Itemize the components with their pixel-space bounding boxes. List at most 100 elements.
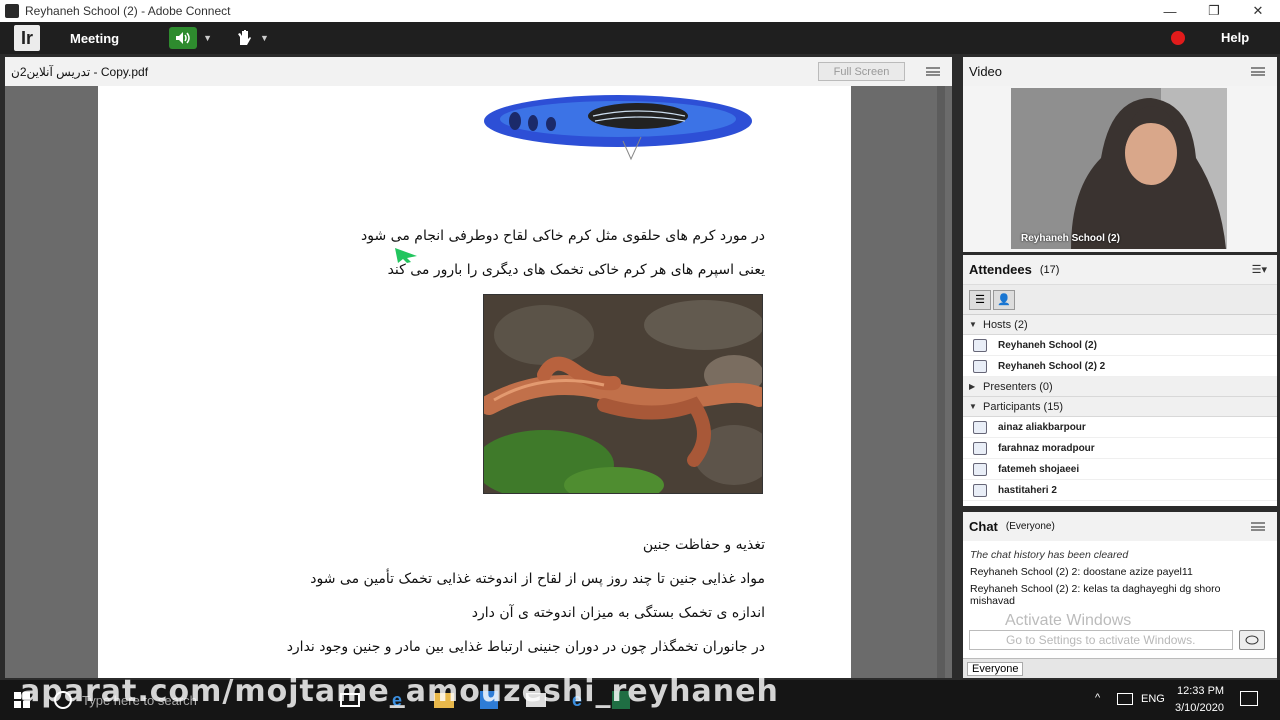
attendees-pod-header: Attendees (17) ☰▾ <box>963 255 1277 285</box>
windows-start-icon[interactable] <box>14 692 30 708</box>
help-menu[interactable]: Help <box>1221 30 1249 45</box>
participants-group[interactable]: ▼ Participants (15) <box>963 397 1277 417</box>
store-icon[interactable] <box>480 691 499 709</box>
attendee-name: Reyhaneh School (2) 2 <box>998 360 1106 372</box>
chat-pod-menu-icon[interactable] <box>1251 522 1265 531</box>
attendee-name: fatemeh shojaeei <box>998 463 1080 475</box>
content-line-2: یعنی اسپرم های هر کرم خاکی تخمک های دیگر… <box>387 262 765 278</box>
file-explorer-icon[interactable] <box>434 692 455 708</box>
close-button[interactable]: ✕ <box>1236 0 1280 22</box>
presenters-group[interactable]: ▶ Presenters (0) <box>963 377 1277 397</box>
internet-explorer-icon[interactable]: e <box>572 690 582 711</box>
minimize-button[interactable]: — <box>1148 0 1192 22</box>
attendees-list: ☰ 👤 ▼ Hosts (2) Reyhaneh School (2) Reyh… <box>963 284 1277 506</box>
chat-pod-header: Chat (Everyone) <box>963 512 1277 542</box>
windows-taskbar: Type here to search e e ^ ENG 12:33 PM 3… <box>0 680 1280 720</box>
recording-indicator-icon[interactable] <box>1171 31 1185 45</box>
restore-button[interactable]: ❐ <box>1192 0 1236 22</box>
network-icon[interactable] <box>1117 693 1133 705</box>
attendee-row[interactable]: Reyhaneh School (2) <box>963 335 1277 356</box>
participant-icon <box>973 441 987 455</box>
hosts-group[interactable]: ▼ Hosts (2) <box>963 315 1277 335</box>
content-line-3: مواد غذایی جنین تا چند روز پس از لقاح از… <box>310 571 765 587</box>
video-pod-header: Video <box>963 57 1277 87</box>
video-participant-label: Reyhaneh School (2) <box>1021 233 1120 244</box>
expand-arrow-icon: ▼ <box>969 402 977 411</box>
attendees-pod-title: Attendees <box>969 262 1032 277</box>
host-icon <box>973 359 987 373</box>
participant-icon <box>973 462 987 476</box>
attendee-row[interactable]: farahnaz moradpour <box>963 438 1277 459</box>
chat-footer: Everyone <box>963 658 1277 678</box>
hosts-group-label: Hosts (2) <box>983 318 1028 331</box>
chat-input[interactable]: Go to Settings to activate Windows. <box>969 630 1233 650</box>
share-pod-content: در مورد کرم های حلقوی مثل کرم خاکی لقاح … <box>5 86 952 678</box>
attendees-toolbar: ☰ 👤 <box>963 285 1277 315</box>
video-pod-title: Video <box>969 64 1003 79</box>
window-controls: — ❐ ✕ <box>1148 0 1280 22</box>
taskbar-search-input[interactable]: Type here to search <box>82 693 332 708</box>
chat-pod-title: Chat <box>969 519 998 534</box>
chat-recipient-selector[interactable]: Everyone <box>967 661 1024 676</box>
chat-cleared-notice: The chat history has been cleared <box>970 549 1129 561</box>
content-heading-nutrition: تغذیه و حفاظت جنین <box>642 537 765 553</box>
share-pod-header: تدریس آنلاین2ن - Copy.pdf Full Screen <box>5 57 952 87</box>
share-scrollbar[interactable] <box>937 86 945 678</box>
window-titlebar: Reyhaneh School (2) - Adobe Connect — ❐ … <box>0 0 1280 22</box>
meeting-menu[interactable]: Meeting <box>70 31 119 46</box>
presenters-group-label: Presenters (0) <box>983 380 1053 393</box>
video-pod-content: Reyhaneh School (2) <box>963 86 1277 252</box>
share-pod-menu-icon[interactable] <box>926 67 940 76</box>
show-hidden-icons[interactable]: ^ <box>1095 692 1100 704</box>
attendees-count: (17) <box>1039 263 1060 276</box>
attendee-name: farahnaz moradpour <box>998 442 1095 454</box>
activate-windows-watermark: Activate Windows <box>1005 612 1132 629</box>
adobe-connect-taskbar-icon[interactable] <box>612 691 631 709</box>
earthworm-photo <box>483 294 763 494</box>
task-view-icon[interactable] <box>340 693 360 707</box>
content-line-1: در مورد کرم های حلقوی مثل کرم خاکی لقاح … <box>361 228 765 244</box>
meeting-menubar: Ir Meeting ▼ ▼ Help <box>0 22 1280 54</box>
webcam-feed: Reyhaneh School (2) <box>1011 88 1227 249</box>
chat-message: Reyhaneh School (2) 2: doostane azize pa… <box>970 566 1193 578</box>
list-view-icon[interactable]: ☰ <box>969 289 991 310</box>
action-center-icon[interactable] <box>1240 691 1258 706</box>
attendee-name: Reyhaneh School (2) <box>998 339 1097 351</box>
attendee-row[interactable]: fatemeh shojaeei <box>963 459 1277 480</box>
adobe-connect-app-icon <box>5 4 19 18</box>
chat-messages: The chat history has been cleared Reyhan… <box>963 541 1277 658</box>
collapse-arrow-icon: ▶ <box>969 382 976 391</box>
attendee-name: hastitaheri 2 <box>998 484 1057 496</box>
input-language[interactable]: ENG <box>1141 693 1165 705</box>
document-page: در مورد کرم های حلقوی مثل کرم خاکی لقاح … <box>98 86 851 678</box>
raise-hand-icon[interactable] <box>234 28 254 48</box>
speaker-icon[interactable] <box>169 27 198 49</box>
participant-icon <box>973 420 987 434</box>
content-line-5: در جانوران تخمگذار چون در دوران جنینی ار… <box>286 639 765 655</box>
edge-browser-icon[interactable]: e <box>392 690 402 711</box>
window-title: Reyhaneh School (2) - Adobe Connect <box>25 4 231 18</box>
chat-message: Reyhaneh School (2) 2: kelas ta daghayeg… <box>970 583 1221 607</box>
video-pod-menu-icon[interactable] <box>1251 67 1265 76</box>
participant-icon <box>973 483 987 497</box>
participants-group-label: Participants (15) <box>983 400 1064 413</box>
full-screen-button[interactable]: Full Screen <box>818 62 905 81</box>
content-line-4: اندازه ی تخمک بستگی به میزان اندوخته ی آ… <box>471 605 765 621</box>
send-message-icon[interactable] <box>1239 630 1265 650</box>
attendee-row[interactable]: hastitaheri 2 <box>963 480 1277 501</box>
speaker-dropdown-icon[interactable]: ▼ <box>203 33 212 43</box>
clock-date[interactable]: 3/10/2020 <box>1175 702 1224 714</box>
attendee-row[interactable]: ainaz aliakbarpour <box>963 417 1277 438</box>
mail-icon[interactable] <box>526 693 547 707</box>
attendees-pod-menu-icon[interactable]: ☰▾ <box>1252 263 1267 276</box>
adobe-connect-logo: Ir <box>14 25 40 51</box>
planarian-illustration <box>484 95 752 161</box>
clock-time[interactable]: 12:33 PM <box>1177 685 1224 697</box>
shared-document-name: تدریس آنلاین2ن - Copy.pdf <box>11 64 149 79</box>
status-dropdown-icon[interactable]: ▼ <box>260 33 269 43</box>
chat-scope: (Everyone) <box>1005 521 1055 532</box>
status-view-icon[interactable]: 👤 <box>993 289 1015 310</box>
attendee-row[interactable]: Reyhaneh School (2) 2 <box>963 356 1277 377</box>
cortana-search-icon[interactable] <box>54 691 72 709</box>
host-icon <box>973 338 987 352</box>
